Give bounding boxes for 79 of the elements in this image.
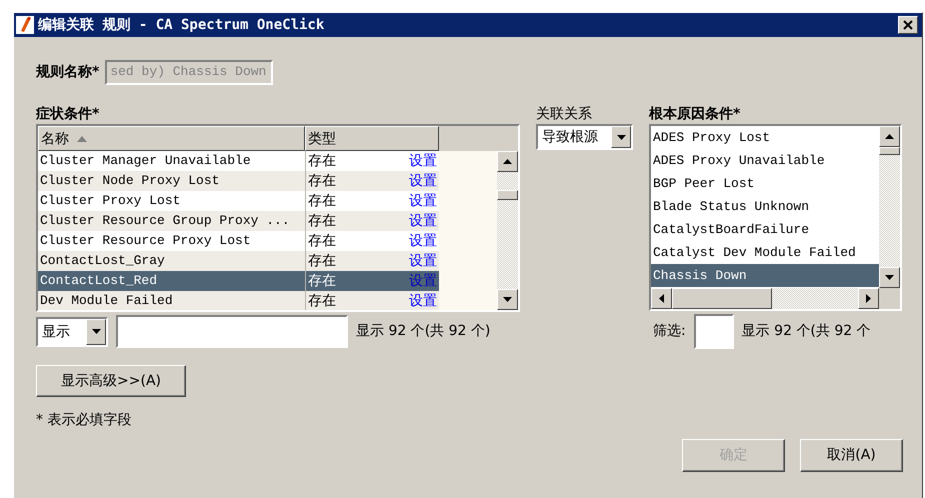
scroll-right-button[interactable] (858, 288, 879, 309)
set-link[interactable]: 设置 (409, 291, 437, 310)
scroll-left-button[interactable] (651, 288, 672, 309)
filter-input-field[interactable] (694, 314, 734, 349)
table-cell-text: 存在 (308, 172, 336, 191)
table-cell-text: Cluster Manager Unavailable (39, 152, 252, 170)
table-row[interactable]: Cluster Proxy Lost 存在 设置 (38, 191, 439, 211)
column-header[interactable]: 名称 (38, 126, 305, 151)
table-row[interactable]: Dev Module Failed 存在 设置 (38, 291, 439, 310)
list-item[interactable]: ADES Proxy Unavailable (651, 149, 879, 172)
window-title: 编辑关联 规则 - CA Spectrum OneClick (38, 16, 324, 34)
table-cell-text: Dev Module Failed (39, 292, 174, 310)
table-row[interactable]: Cluster Resource Group Proxy ... 存在 设置 (38, 211, 439, 231)
caret-icon (92, 329, 100, 334)
list-item[interactable]: Blade Status Unknown (651, 195, 879, 218)
scroll-down-button[interactable] (497, 289, 518, 310)
symptoms-label: 症状条件* (36, 105, 100, 124)
table-cell-text: 存在 (308, 192, 336, 211)
table-cell-text: 存在 (308, 272, 336, 291)
table-cell-text: Cluster Resource Group Proxy ... (39, 212, 291, 230)
table-cell-text: Cluster Proxy Lost (39, 192, 182, 210)
count-text: 显示 92 个(共 92 个) (356, 322, 490, 341)
relation-dropdown[interactable]: 导致根源 (536, 124, 633, 150)
scrollbar-thumb[interactable] (497, 190, 518, 200)
list-item[interactable]: CatalystBoardFailure (651, 218, 879, 241)
table-row[interactable]: ContactLost_Gray 存在 设置 (38, 251, 439, 271)
close-icon (903, 20, 913, 30)
column-header[interactable]: 类型 (305, 126, 439, 151)
count-text: 显示 92 个(共 92 个 (742, 322, 871, 341)
table-cell-text: ContactLost_Gray (39, 252, 166, 270)
filter-mode-dropdown[interactable]: 显示 (36, 316, 108, 346)
table-cell-text: 存在 (308, 232, 336, 251)
filter-input-field[interactable] (116, 315, 348, 348)
down-arrow-icon (885, 275, 894, 280)
vertical-scrollbar[interactable] (879, 126, 900, 288)
up-arrow-icon (885, 134, 894, 139)
caret-icon (616, 134, 626, 140)
list-item[interactable]: Catalyst Dev Module Failed (651, 241, 879, 264)
table-cell-text: 存在 (308, 212, 336, 231)
dialog-button[interactable]: 取消(A) (800, 439, 903, 472)
table-row[interactable]: Cluster Manager Unavailable 存在 设置 (38, 151, 439, 171)
root-cause-label: 根本原因条件* (649, 105, 742, 124)
table-row[interactable]: Cluster Node Proxy Lost 存在 设置 (38, 171, 439, 191)
down-arrow-icon (503, 297, 512, 302)
set-link[interactable]: 设置 (409, 251, 437, 271)
scrollbar-thumb[interactable] (879, 147, 900, 155)
app-icon (16, 16, 34, 34)
vertical-scrollbar[interactable] (497, 151, 518, 310)
set-link[interactable]: 设置 (409, 151, 437, 171)
close-button[interactable] (898, 16, 918, 34)
filter-label: 筛选: (653, 322, 686, 341)
table-cell-text: 存在 (308, 152, 336, 171)
rule-name-label: 规则名称* (36, 63, 100, 82)
table-cell-text: ContactLost_Red (39, 272, 158, 290)
scroll-up-button[interactable] (879, 126, 900, 147)
table-cell-text: 存在 (308, 292, 336, 310)
left-arrow-icon (659, 294, 664, 303)
table-cell-text: Cluster Node Proxy Lost (39, 172, 220, 190)
list-item[interactable]: ADES Proxy Lost (651, 126, 879, 149)
show-advanced-button[interactable]: 显示高级>>(A) (36, 365, 186, 397)
list-item[interactable]: Chassis Down (651, 264, 879, 287)
up-arrow-icon (503, 159, 512, 164)
set-link[interactable]: 设置 (409, 231, 437, 251)
list-item[interactable]: BGP Peer Lost (651, 172, 879, 195)
set-link[interactable]: 设置 (409, 211, 437, 231)
scrollbar-corner (879, 288, 900, 309)
set-link[interactable]: 设置 (409, 191, 437, 211)
right-arrow-icon (866, 294, 871, 303)
set-link[interactable]: 设置 (409, 171, 437, 191)
scroll-down-button[interactable] (879, 267, 900, 288)
table-cell-text: 存在 (308, 252, 336, 271)
table-row[interactable]: Cluster Resource Proxy Lost 存在 设置 (38, 231, 439, 251)
table-cell-text: Cluster Resource Proxy Lost (39, 232, 252, 250)
table-row[interactable]: ContactLost_Red 存在 设置 (38, 271, 439, 291)
horizontal-scrollbar[interactable] (651, 288, 879, 309)
required-note: * 表示必填字段 (36, 411, 132, 430)
relation-label: 关联关系 (536, 105, 593, 124)
scroll-up-button[interactable] (497, 151, 518, 172)
scrollbar-thumb[interactable] (672, 288, 772, 309)
